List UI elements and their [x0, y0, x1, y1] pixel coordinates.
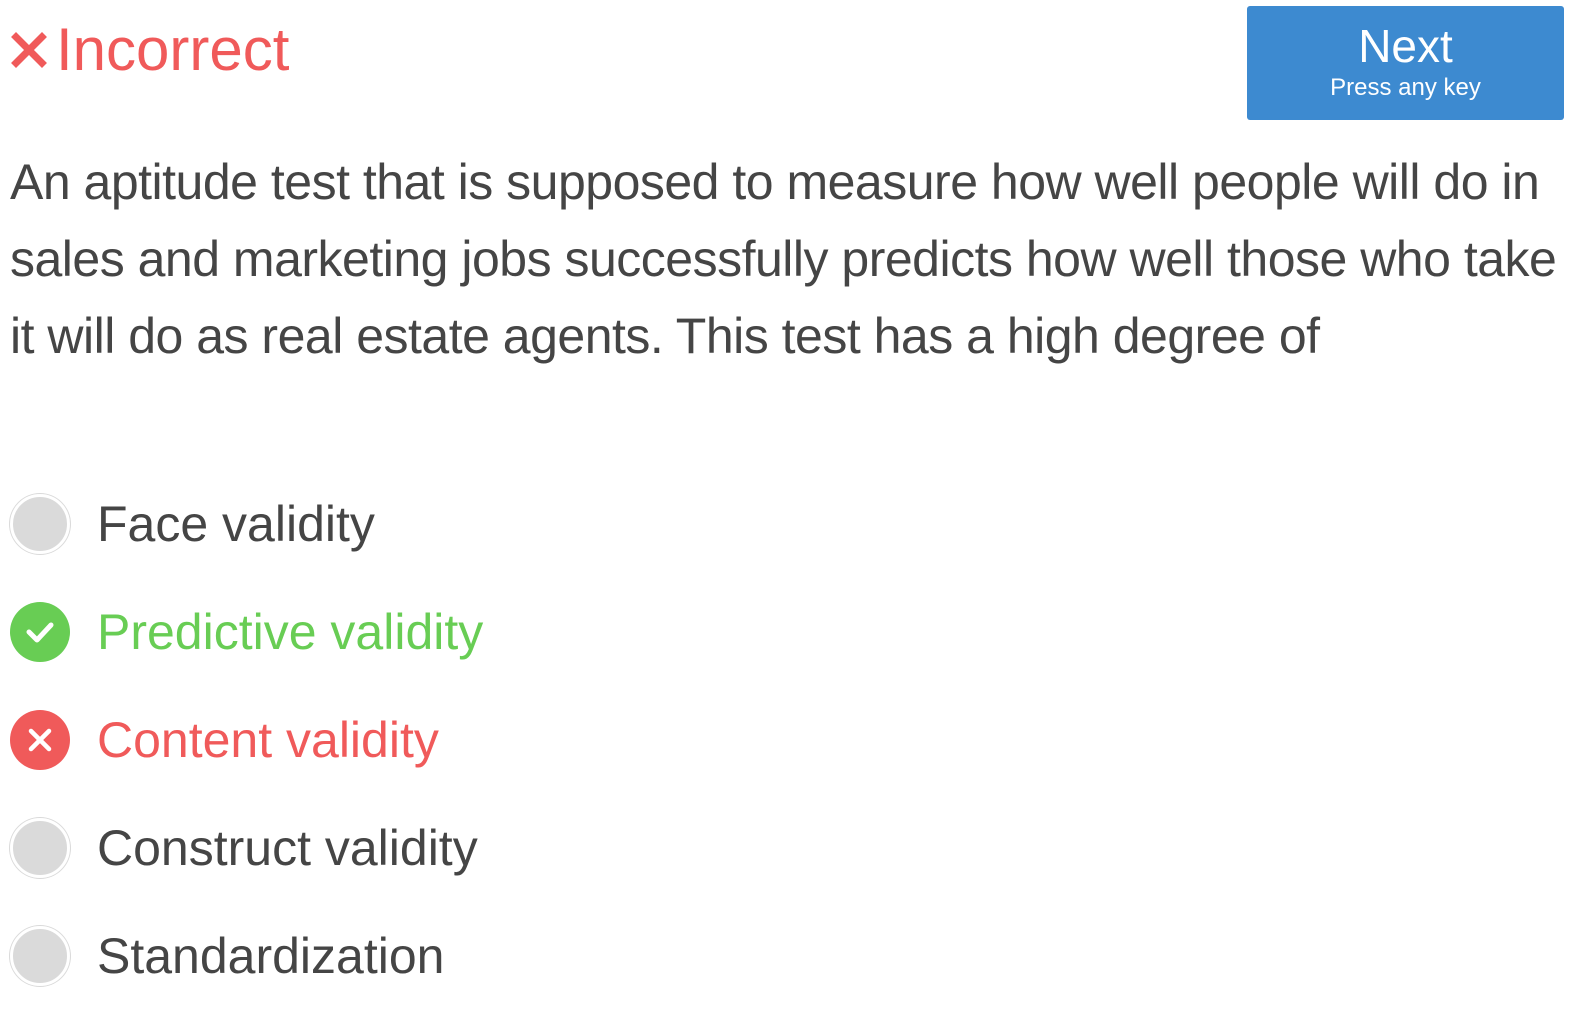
next-button[interactable]: Next Press any key	[1247, 6, 1564, 120]
x-icon[interactable]	[10, 710, 70, 770]
option-predictive-validity[interactable]: Predictive validity	[10, 578, 1210, 686]
next-button-label: Next	[1358, 20, 1453, 72]
checkmark-icon[interactable]	[10, 602, 70, 662]
radio-empty-icon[interactable]	[10, 494, 70, 554]
option-content-validity[interactable]: Content validity	[10, 686, 1210, 794]
quiz-result-page: Incorrect Next Press any key An aptitude…	[0, 0, 1594, 1030]
option-label: Standardization	[97, 928, 445, 984]
radio-empty-icon[interactable]	[10, 818, 70, 878]
radio-empty-icon[interactable]	[10, 926, 70, 986]
option-label: Face validity	[97, 496, 375, 552]
x-icon	[10, 31, 48, 69]
option-label: Predictive validity	[97, 604, 484, 660]
option-face-validity[interactable]: Face validity	[10, 470, 1210, 578]
option-standardization[interactable]: Standardization	[10, 902, 1210, 1010]
option-construct-validity[interactable]: Construct validity	[10, 794, 1210, 902]
option-label: Construct validity	[97, 820, 478, 876]
answer-options: Face validity Predictive validity Conten…	[10, 470, 1210, 1010]
result-status: Incorrect	[10, 12, 289, 88]
next-button-hint: Press any key	[1330, 74, 1481, 101]
question-text: An aptitude test that is supposed to mea…	[10, 154, 1557, 364]
result-status-text: Incorrect	[56, 16, 290, 83]
option-label: Content validity	[97, 712, 439, 768]
